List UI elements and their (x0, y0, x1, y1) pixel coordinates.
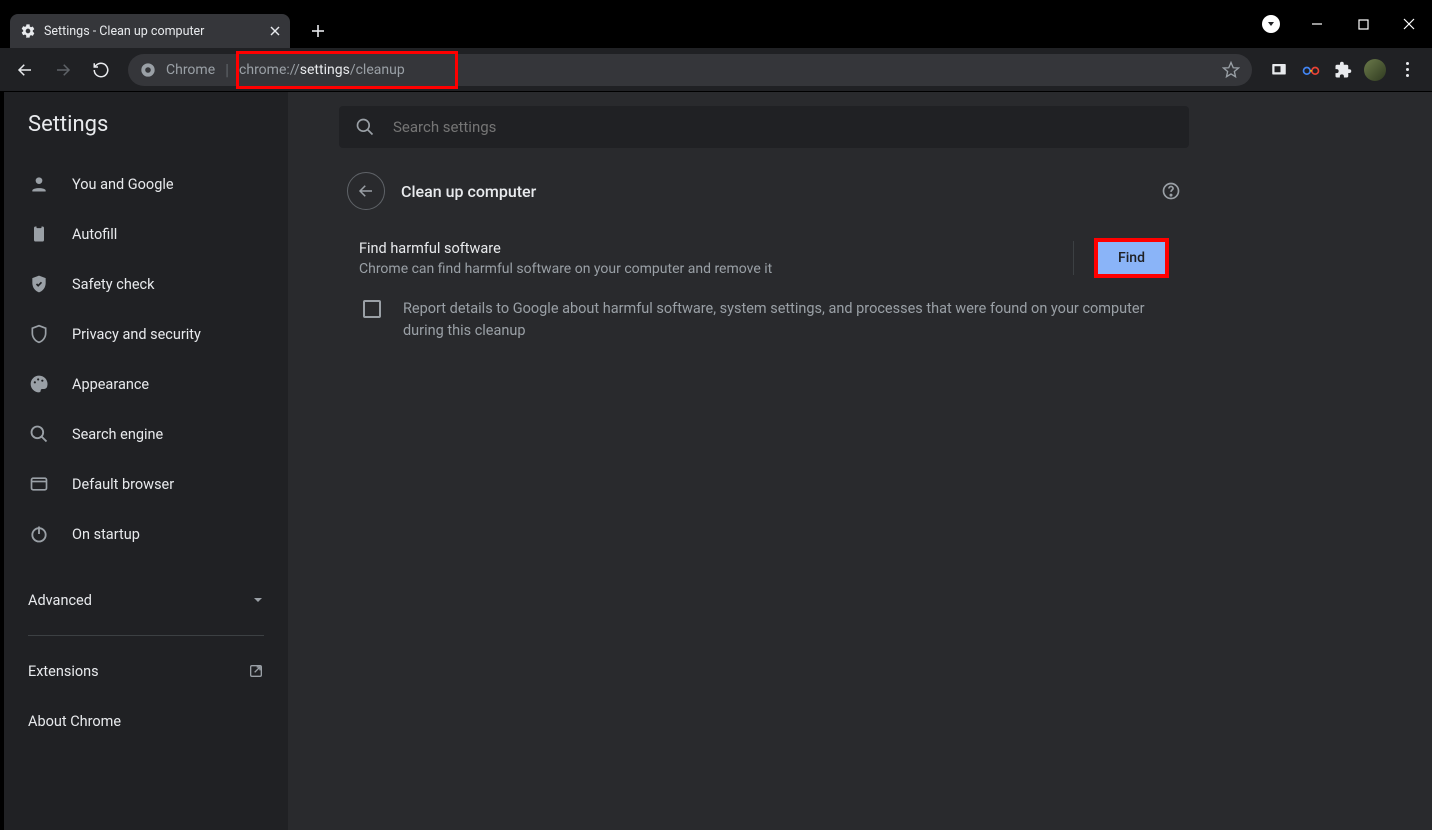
about-label: About Chrome (28, 713, 121, 730)
nav-back-button[interactable] (8, 53, 42, 87)
omnibox-url: chrome://settings/cleanup (239, 62, 405, 78)
new-tab-button[interactable] (304, 17, 332, 45)
sidebar-item-default-browser[interactable]: Default browser (4, 459, 288, 509)
extensions-puzzle-icon[interactable] (1332, 59, 1354, 81)
sidebar-item-about-chrome[interactable]: About Chrome (4, 696, 288, 746)
panel-title: Clean up computer (401, 182, 536, 201)
address-bar[interactable]: Chrome | chrome://settings/cleanup (128, 54, 1252, 86)
sidebar-item-label: On startup (72, 526, 140, 543)
find-button-highlight: Find (1094, 238, 1169, 278)
settings-main: Clean up computer Find harmful software … (288, 92, 1240, 830)
sidebar-item-label: Appearance (72, 376, 149, 393)
report-details-row: Report details to Google about harmful s… (359, 278, 1169, 343)
sidebar-item-appearance[interactable]: Appearance (4, 359, 288, 409)
settings-search[interactable] (339, 106, 1189, 148)
cleanup-panel: Clean up computer Find harmful software … (339, 148, 1189, 363)
sidebar-item-safety-check[interactable]: Safety check (4, 259, 288, 309)
shield-check-icon (28, 273, 50, 295)
find-harmful-subtitle: Chrome can find harmful software on your… (359, 261, 1053, 277)
sidebar-item-on-startup[interactable]: On startup (4, 509, 288, 559)
person-icon (28, 173, 50, 195)
window-controls (1248, 0, 1432, 48)
search-icon (28, 423, 50, 445)
sidebar-item-label: Safety check (72, 276, 154, 293)
tab-search-button[interactable] (1248, 8, 1294, 40)
open-external-icon (248, 663, 264, 679)
sidebar-item-search-engine[interactable]: Search engine (4, 409, 288, 459)
sidebar-item-label: Privacy and security (72, 326, 201, 343)
report-checkbox[interactable] (363, 300, 381, 318)
browser-window-icon (28, 473, 50, 495)
sidebar-item-label: Default browser (72, 476, 174, 493)
advanced-label: Advanced (28, 592, 92, 609)
help-button[interactable] (1161, 181, 1181, 201)
chrome-icon (140, 62, 156, 78)
chrome-menu-button[interactable] (1396, 62, 1418, 77)
sidebar-item-label: Search engine (72, 426, 163, 443)
find-harmful-row: Find harmful software Chrome can find ha… (359, 238, 1169, 278)
sidebar-item-label: You and Google (72, 176, 174, 193)
extension-icons (1262, 59, 1424, 81)
sidebar-item-label: Autofill (72, 226, 117, 243)
minimize-button[interactable] (1294, 8, 1340, 40)
report-checkbox-label: Report details to Google about harmful s… (403, 298, 1165, 343)
settings-search-input[interactable] (393, 118, 1173, 136)
shield-icon (28, 323, 50, 345)
clipboard-icon (28, 223, 50, 245)
settings-brand: Settings (4, 92, 288, 153)
reload-button[interactable] (84, 53, 118, 87)
sidebar-item-privacy-security[interactable]: Privacy and security (4, 309, 288, 359)
power-icon (28, 523, 50, 545)
find-harmful-title: Find harmful software (359, 240, 1053, 257)
search-icon (355, 117, 375, 137)
tab-title: Settings - Clean up computer (44, 24, 262, 39)
chevron-down-icon (252, 594, 264, 606)
sidebar-advanced-toggle[interactable]: Advanced (4, 575, 288, 625)
tab-close-button[interactable] (270, 26, 280, 36)
palette-icon (28, 373, 50, 395)
browser-tab[interactable]: Settings - Clean up computer (10, 14, 290, 48)
profile-avatar[interactable] (1364, 59, 1386, 81)
find-button[interactable]: Find (1098, 242, 1165, 274)
maximize-button[interactable] (1340, 8, 1386, 40)
browser-toolbar: Chrome | chrome://settings/cleanup (0, 48, 1432, 92)
window-titlebar: Settings - Clean up computer (0, 0, 1432, 48)
nav-forward-button[interactable] (46, 53, 80, 87)
reader-icon[interactable] (1268, 59, 1290, 81)
extensions-label: Extensions (28, 663, 99, 680)
page-content: Settings You and Google Autofill Safety … (0, 92, 1432, 830)
sidebar-item-autofill[interactable]: Autofill (4, 209, 288, 259)
sidebar-item-you-and-google[interactable]: You and Google (4, 159, 288, 209)
close-window-button[interactable] (1386, 8, 1432, 40)
settings-sidebar: Settings You and Google Autofill Safety … (4, 92, 288, 830)
gear-icon (20, 23, 36, 39)
omnibox-chip: Chrome (166, 62, 215, 78)
panel-back-button[interactable] (347, 172, 385, 210)
bookmark-star-icon[interactable] (1222, 61, 1240, 79)
sidebar-item-extensions[interactable]: Extensions (4, 646, 288, 696)
glasses-icon[interactable] (1300, 59, 1322, 81)
